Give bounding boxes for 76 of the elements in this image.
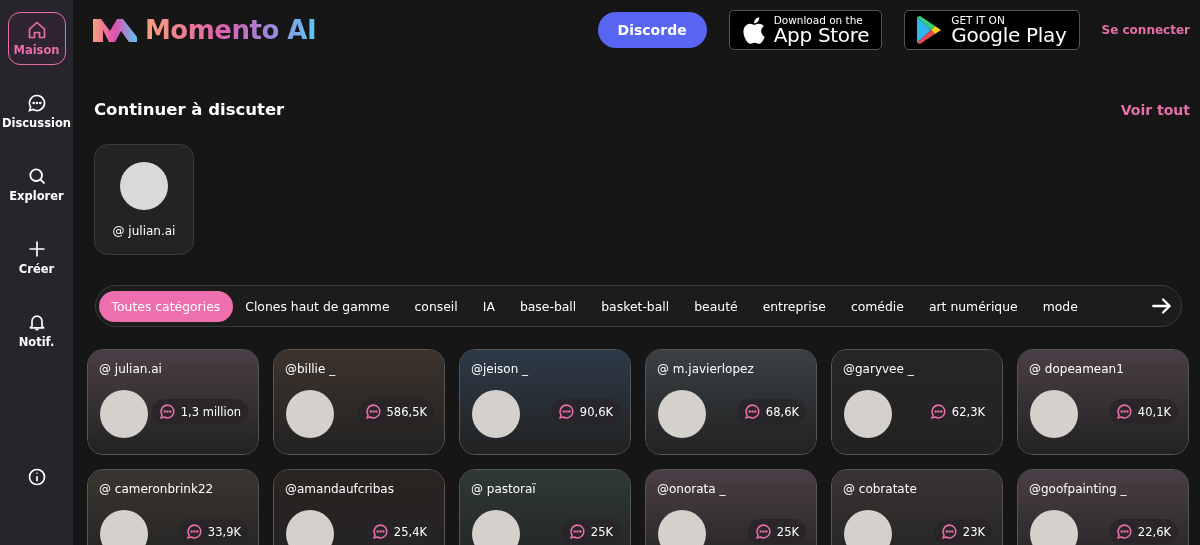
chat-count: 1,3 million xyxy=(151,399,248,424)
category-chip[interactable]: comédie xyxy=(838,290,917,322)
chat-handle: @ julian.ai xyxy=(112,223,176,238)
badge-title: App Store xyxy=(773,25,870,46)
character-handle: @goofpainting _ xyxy=(1029,482,1127,496)
chat-bubble-icon xyxy=(1115,403,1133,420)
category-chip[interactable]: conseil xyxy=(402,290,471,322)
category-chip[interactable]: Clones haut de gamme xyxy=(232,290,403,322)
chat-count: 90,6K xyxy=(550,399,620,424)
avatar xyxy=(120,161,168,210)
nav-item[interactable]: Explorer xyxy=(7,158,66,211)
category-chip[interactable]: base-ball xyxy=(507,290,589,322)
discord-button[interactable]: Discorde xyxy=(597,12,707,48)
section-title: Continuer à discuter xyxy=(94,100,285,119)
character-card[interactable]: @ pastoraï 25K xyxy=(459,469,631,545)
category-chip[interactable]: mode xyxy=(1030,290,1091,322)
character-card[interactable]: @jeison _ 90,6K xyxy=(459,349,631,455)
chat-bubble-icon xyxy=(557,403,575,420)
chat-bubble-icon xyxy=(364,403,382,420)
chat-count: 22,6K xyxy=(1108,519,1178,544)
search-icon xyxy=(26,166,47,186)
nav-item[interactable]: Notif. xyxy=(7,304,66,357)
chat-count: 25,4K xyxy=(364,519,434,544)
chat-count: 40,1K xyxy=(1108,399,1178,424)
character-card[interactable]: @onorata _ 25K xyxy=(645,469,817,545)
chat-bubble-icon xyxy=(929,403,947,420)
category-chip[interactable]: art numérique xyxy=(916,290,1031,322)
chat-bubble-icon xyxy=(371,523,389,540)
see-all-link[interactable]: Voir tout xyxy=(1120,101,1190,118)
info-icon[interactable] xyxy=(26,467,47,487)
character-card[interactable]: @ m.javierlopez 68,6K xyxy=(645,349,817,455)
character-card[interactable]: @ cameronbrink22 33,9K xyxy=(87,469,259,545)
character-card[interactable]: @amandaufcribas 25,4K xyxy=(273,469,445,545)
character-card[interactable]: @ dopeamean1 40,1K xyxy=(1017,349,1189,455)
character-card[interactable]: @ julian.ai 1,3 million xyxy=(87,349,259,455)
badge-caption: GET IT ON xyxy=(951,14,1006,26)
chat-bubble-icon xyxy=(26,93,47,113)
login-link[interactable]: Se connecter xyxy=(1101,23,1190,37)
chat-count: 68,6K xyxy=(736,399,806,424)
character-handle: @amandaufcribas xyxy=(285,482,394,496)
character-handle: @ dopeamean1 xyxy=(1029,362,1124,376)
chat-count: 586,5K xyxy=(357,399,434,424)
chat-count: 33,9K xyxy=(178,519,248,544)
character-card[interactable]: @billie _ 586,5K xyxy=(273,349,445,455)
badge-title: Google Play xyxy=(951,25,1067,46)
chat-bubble-icon xyxy=(158,403,176,420)
character-handle: @jeison _ xyxy=(471,362,529,376)
character-handle: @ pastoraï xyxy=(471,482,536,496)
category-chip[interactable]: entreprise xyxy=(750,290,839,322)
character-handle: @ cobratate xyxy=(843,482,917,496)
character-handle: @billie _ xyxy=(285,362,336,376)
home-icon xyxy=(26,20,47,40)
category-chip[interactable]: IA xyxy=(470,290,508,322)
chat-bubble-icon xyxy=(185,523,203,540)
character-handle: @ cameronbrink22 xyxy=(99,482,214,496)
character-handle: @onorata _ xyxy=(657,482,726,496)
chat-bubble-icon xyxy=(754,523,772,540)
character-handle: @ m.javierlopez xyxy=(657,362,754,376)
character-card[interactable]: @garyvee _ 62,3K xyxy=(831,349,1003,455)
google-play-badge[interactable]: GET IT ON Google Play xyxy=(904,9,1080,51)
character-card[interactable]: @goofpainting _ 22,6K xyxy=(1017,469,1189,545)
nav-item[interactable]: Maison xyxy=(7,12,66,65)
recent-chat-card[interactable]: @ julian.ai xyxy=(94,144,194,255)
chat-bubble-icon xyxy=(940,523,958,540)
logo-icon xyxy=(91,16,139,44)
chat-bubble-icon xyxy=(1115,523,1133,540)
category-chip[interactable]: beauté xyxy=(681,290,751,322)
chat-bubble-icon xyxy=(743,403,761,420)
chat-bubble-icon xyxy=(568,523,586,540)
app-store-badge[interactable]: Download on the App Store xyxy=(728,9,883,51)
character-card[interactable]: @ cobratate 23K xyxy=(831,469,1003,545)
nav-item[interactable]: Créer xyxy=(7,231,66,284)
character-handle: @garyvee _ xyxy=(843,362,914,376)
character-handle: @ julian.ai xyxy=(99,362,162,376)
category-chip[interactable]: basket-ball xyxy=(588,290,682,322)
badge-caption: Download on the xyxy=(773,14,864,26)
